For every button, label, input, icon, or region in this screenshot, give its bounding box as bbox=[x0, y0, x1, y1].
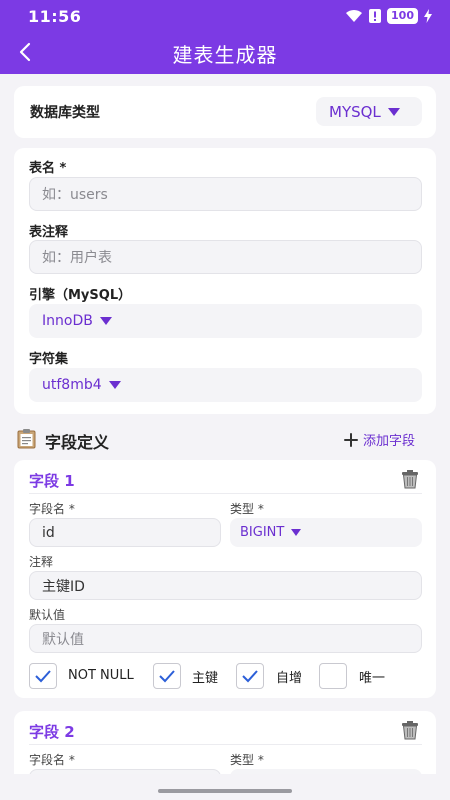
status-bar: 11:56 100 bbox=[0, 0, 450, 32]
not-null-checkbox[interactable] bbox=[29, 663, 57, 689]
field-name-input[interactable]: id bbox=[29, 518, 221, 547]
field-comment-label: 注释 bbox=[29, 555, 54, 569]
checkmark-icon bbox=[159, 670, 175, 683]
field-comment-input[interactable]: 主键ID bbox=[29, 571, 422, 600]
charset-label: 字符集 bbox=[29, 352, 69, 367]
db-type-select[interactable]: MYSQL bbox=[316, 97, 422, 126]
unique-label: 唯一 bbox=[359, 671, 386, 686]
status-time: 11:56 bbox=[28, 7, 82, 26]
wifi-icon bbox=[346, 9, 363, 22]
dropdown-triangle-icon bbox=[291, 529, 302, 536]
bolt-icon bbox=[424, 9, 432, 23]
dropdown-triangle-icon bbox=[387, 107, 400, 116]
battery-icon: 100 bbox=[387, 8, 418, 24]
field-name-label: 字段名 * bbox=[29, 753, 75, 767]
home-indicator[interactable] bbox=[158, 789, 292, 793]
add-field-label: 添加字段 bbox=[363, 434, 416, 449]
field-name-label: 字段名 * bbox=[29, 502, 75, 516]
field-title: 字段 1 bbox=[29, 472, 75, 490]
trash-icon[interactable] bbox=[400, 469, 420, 489]
field-default-input[interactable]: 默认值 bbox=[29, 624, 422, 653]
add-field-button[interactable]: 添加字段 bbox=[344, 430, 415, 449]
app-bar: 11:56 100 建表生成器 bbox=[0, 0, 450, 74]
dropdown-triangle-icon bbox=[108, 381, 121, 389]
dropdown-triangle-icon bbox=[99, 317, 112, 325]
db-type-label: 数据库类型 bbox=[30, 105, 100, 121]
table-comment-input[interactable]: 如：用户表 bbox=[29, 240, 422, 274]
table-comment-label: 表注释 bbox=[29, 225, 69, 240]
engine-select[interactable]: InnoDB bbox=[29, 304, 422, 338]
field-type-value: BIGINT bbox=[240, 525, 285, 540]
fields-section-title: 字段定义 bbox=[45, 433, 110, 452]
db-type-value: MYSQL bbox=[329, 102, 381, 121]
auto-increment-checkbox[interactable] bbox=[236, 663, 264, 689]
primary-key-checkbox[interactable] bbox=[153, 663, 181, 689]
engine-label: 引擎（MySQL） bbox=[29, 288, 132, 303]
engine-value: InnoDB bbox=[42, 313, 93, 329]
checkmark-icon bbox=[242, 670, 258, 683]
table-info-card: 表名 * 如：users 表注释 如：用户表 引擎（MySQL） InnoDB … bbox=[14, 148, 436, 414]
auto-increment-label: 自增 bbox=[276, 671, 303, 686]
charset-value: utf8mb4 bbox=[42, 377, 102, 393]
not-null-label: NOT NULL bbox=[68, 668, 134, 683]
table-name-label: 表名 * bbox=[29, 161, 67, 176]
plus-icon bbox=[344, 432, 358, 447]
field-divider bbox=[29, 744, 422, 745]
trash-icon[interactable] bbox=[400, 720, 420, 740]
field-title: 字段 2 bbox=[29, 723, 75, 741]
field-divider bbox=[29, 493, 422, 494]
field-type-label: 类型 * bbox=[230, 753, 264, 767]
field-card: 字段 1 字段名 * id 类型 * BIGINT 注释 主键ID 默认值 默认… bbox=[14, 460, 436, 698]
charset-select[interactable]: utf8mb4 bbox=[29, 368, 422, 402]
field-type-label: 类型 * bbox=[230, 502, 264, 516]
field-type-select[interactable]: BIGINT bbox=[230, 518, 422, 547]
page-title: 建表生成器 bbox=[172, 43, 278, 67]
db-type-card: 数据库类型 MYSQL bbox=[14, 86, 436, 138]
bottom-nav-area bbox=[0, 774, 450, 800]
unique-checkbox[interactable] bbox=[319, 663, 347, 689]
checkmark-icon bbox=[35, 670, 51, 683]
clipboard-icon bbox=[17, 429, 36, 449]
alert-icon bbox=[369, 9, 382, 23]
field-default-label: 默认值 bbox=[29, 608, 66, 622]
status-icons: 100 bbox=[345, 8, 432, 24]
primary-key-label: 主键 bbox=[192, 671, 219, 686]
table-name-input[interactable]: 如：users bbox=[29, 177, 422, 211]
